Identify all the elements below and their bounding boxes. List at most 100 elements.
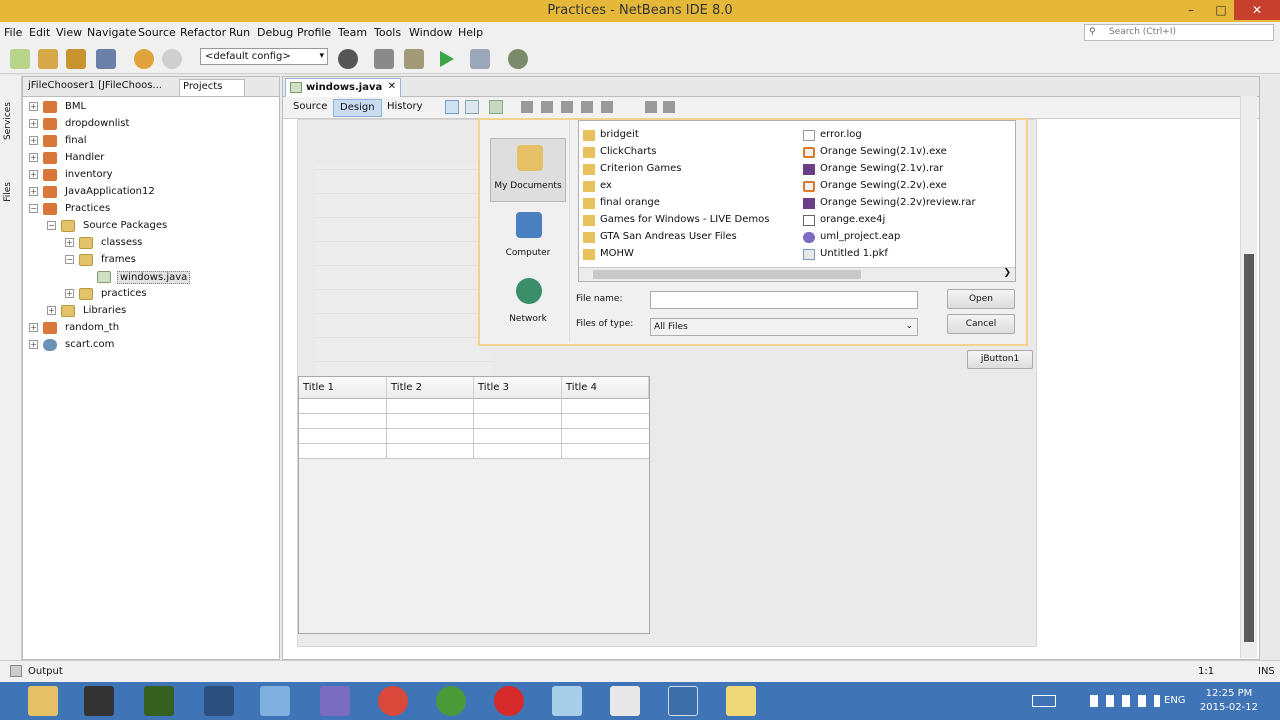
profile-icon[interactable] bbox=[508, 49, 528, 69]
expand-icon[interactable]: + bbox=[29, 323, 38, 332]
preview-design-icon[interactable] bbox=[489, 100, 503, 114]
jtable[interactable]: Title 1 Title 2 Title 3 Title 4 bbox=[298, 376, 650, 634]
tree-item[interactable]: − frames bbox=[27, 252, 267, 269]
clean-build-icon[interactable] bbox=[404, 49, 424, 69]
vertical-scrollbar[interactable] bbox=[1240, 96, 1257, 658]
menu-file[interactable]: File bbox=[4, 26, 22, 39]
expand-icon[interactable]: + bbox=[65, 238, 74, 247]
collapse-icon[interactable]: − bbox=[65, 255, 74, 264]
expand-icon[interactable]: + bbox=[29, 187, 38, 196]
open-button[interactable]: Open bbox=[947, 289, 1015, 309]
tree-item[interactable]: + Libraries bbox=[27, 303, 267, 320]
config-select[interactable]: <default config> ▾ bbox=[200, 48, 328, 65]
connection-mode-icon[interactable] bbox=[465, 100, 479, 114]
run-icon[interactable] bbox=[440, 51, 454, 67]
app-icon[interactable] bbox=[668, 686, 698, 716]
menu-tools[interactable]: Tools bbox=[374, 26, 401, 39]
table-header[interactable]: Title 2 bbox=[387, 377, 474, 399]
file-chooser[interactable]: My Documents Computer Network bridgeit C… bbox=[478, 118, 1028, 346]
align-icons[interactable] bbox=[521, 101, 621, 113]
table-row[interactable] bbox=[299, 444, 649, 459]
new-file-icon[interactable] bbox=[10, 49, 30, 69]
menu-profile[interactable]: Profile bbox=[297, 26, 331, 39]
output-tab[interactable]: Output bbox=[28, 666, 63, 677]
netbeans-icon[interactable] bbox=[260, 686, 290, 716]
scrollbar-thumb[interactable] bbox=[1244, 254, 1254, 642]
tree-item[interactable]: − Source Packages bbox=[27, 218, 267, 235]
debug-icon[interactable] bbox=[470, 49, 490, 69]
expand-icon[interactable]: + bbox=[29, 119, 38, 128]
app-icon[interactable] bbox=[610, 686, 640, 716]
tree-item[interactable]: + practices bbox=[27, 286, 267, 303]
tree-item[interactable]: − Practices bbox=[27, 201, 267, 218]
tree-item[interactable]: + JavaApplication12 bbox=[27, 184, 267, 201]
tree-item[interactable]: + random_th bbox=[27, 320, 267, 337]
open-project-icon[interactable] bbox=[66, 49, 86, 69]
maximize-button[interactable]: □ bbox=[1206, 0, 1236, 20]
globe-icon[interactable] bbox=[338, 49, 358, 69]
close-button[interactable]: ✕ bbox=[1234, 0, 1280, 20]
build-icon[interactable] bbox=[374, 49, 394, 69]
place-network[interactable]: Network bbox=[490, 272, 566, 336]
table-header[interactable]: Title 4 bbox=[562, 377, 649, 399]
menu-view[interactable]: View bbox=[56, 26, 82, 39]
history-view-button[interactable]: History bbox=[381, 99, 429, 117]
tab-windows-java[interactable]: windows.java ✕ bbox=[285, 78, 401, 97]
expand-icon[interactable]: + bbox=[29, 102, 38, 111]
app-icon[interactable] bbox=[320, 686, 350, 716]
menu-navigate[interactable]: Navigate bbox=[87, 26, 136, 39]
redo-icon[interactable] bbox=[162, 49, 182, 69]
file-name-input[interactable] bbox=[650, 291, 918, 309]
app-icon[interactable] bbox=[204, 686, 234, 716]
keyboard-icon[interactable] bbox=[1032, 695, 1056, 707]
close-icon[interactable]: ✕ bbox=[388, 81, 396, 92]
menu-debug[interactable]: Debug bbox=[257, 26, 293, 39]
menu-window[interactable]: Window bbox=[409, 26, 452, 39]
file-list[interactable]: bridgeit ClickCharts Criterion Games ex … bbox=[578, 120, 1016, 282]
table-header[interactable]: Title 3 bbox=[474, 377, 562, 399]
collapse-icon[interactable]: − bbox=[47, 221, 56, 230]
menu-team[interactable]: Team bbox=[338, 26, 367, 39]
tree-item-selected[interactable]: windows.java bbox=[27, 269, 267, 286]
tree-item[interactable]: + BML bbox=[27, 99, 267, 116]
dreamweaver-icon[interactable] bbox=[144, 686, 174, 716]
menu-source[interactable]: Source bbox=[138, 26, 176, 39]
sticky-notes-icon[interactable] bbox=[726, 686, 756, 716]
clock[interactable]: 12:25 PM 2015-02-12 bbox=[1200, 687, 1258, 715]
scrollbar-thumb[interactable] bbox=[593, 270, 861, 279]
selection-mode-icon[interactable] bbox=[445, 100, 459, 114]
chrome-icon[interactable] bbox=[378, 686, 408, 716]
chevron-right-icon[interactable]: ❯ bbox=[1003, 268, 1011, 278]
design-view-button[interactable]: Design bbox=[333, 99, 382, 117]
table-row[interactable] bbox=[299, 399, 649, 414]
expand-icon[interactable]: + bbox=[29, 136, 38, 145]
utorrent-icon[interactable] bbox=[436, 686, 466, 716]
expand-icon[interactable]: + bbox=[65, 289, 74, 298]
search-input[interactable]: ⚲ Search (Ctrl+I) bbox=[1084, 24, 1274, 41]
opera-icon[interactable] bbox=[494, 686, 524, 716]
menu-help[interactable]: Help bbox=[458, 26, 483, 39]
horizontal-scrollbar[interactable]: ❯ bbox=[579, 267, 1015, 281]
tree-item[interactable]: + dropdownlist bbox=[27, 116, 267, 133]
table-row[interactable] bbox=[299, 429, 649, 444]
tree-item[interactable]: + scart.com bbox=[27, 337, 267, 354]
app-icon[interactable] bbox=[552, 686, 582, 716]
table-header[interactable]: Title 1 bbox=[299, 377, 387, 399]
tree-item[interactable]: + inventory bbox=[27, 167, 267, 184]
place-my-documents[interactable]: My Documents bbox=[490, 138, 566, 202]
expand-icon[interactable]: + bbox=[29, 153, 38, 162]
services-tab[interactable]: Services bbox=[3, 102, 13, 140]
tree-item[interactable]: + Handler bbox=[27, 150, 267, 167]
app-icon[interactable] bbox=[84, 686, 114, 716]
tab-projects[interactable]: Projects bbox=[179, 79, 245, 96]
jbutton1[interactable]: jButton1 bbox=[967, 350, 1033, 369]
language-indicator[interactable]: ENG bbox=[1164, 695, 1186, 706]
files-of-type-select[interactable]: All Files ⌄ bbox=[650, 318, 918, 336]
menu-refactor[interactable]: Refactor bbox=[180, 26, 226, 39]
menu-edit[interactable]: Edit bbox=[29, 26, 50, 39]
collapse-icon[interactable]: − bbox=[29, 204, 38, 213]
save-all-icon[interactable] bbox=[96, 49, 116, 69]
resize-icons[interactable] bbox=[645, 101, 675, 113]
minimize-button[interactable]: – bbox=[1176, 0, 1206, 20]
tree-item[interactable]: + classess bbox=[27, 235, 267, 252]
